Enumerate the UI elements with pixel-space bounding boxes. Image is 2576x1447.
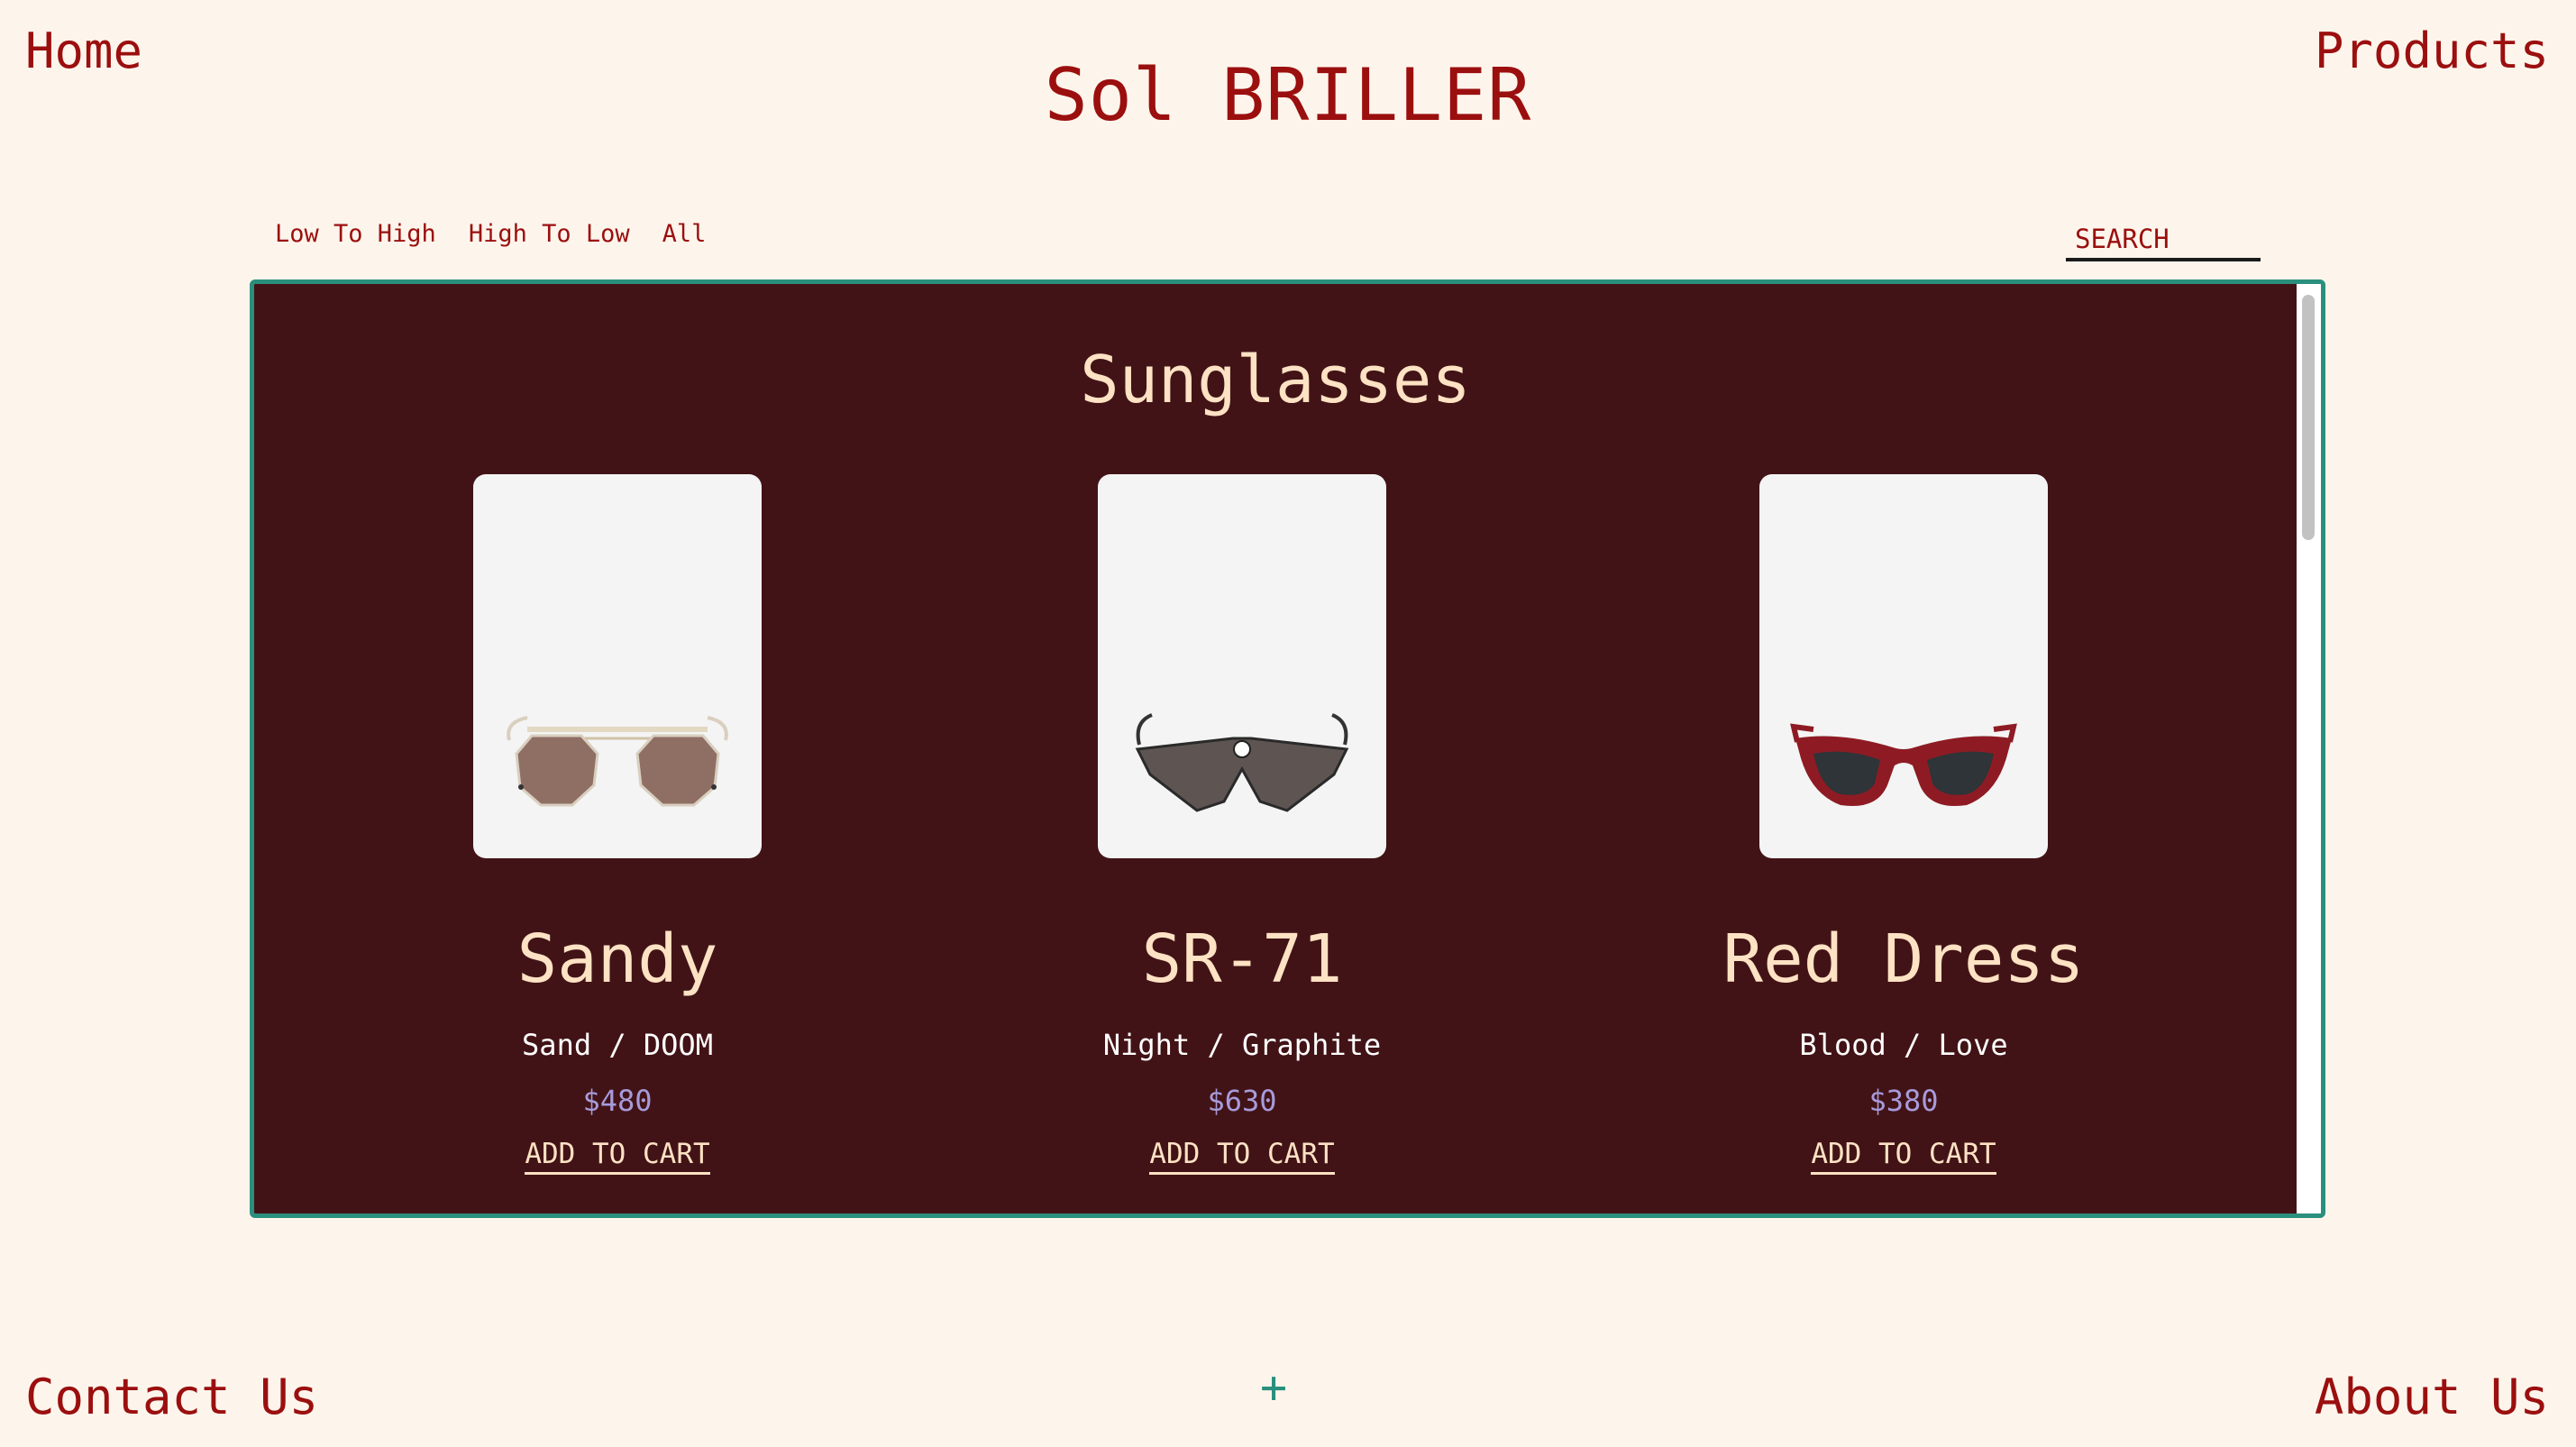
product-panel: Sunglasses Sandy Sand / DOOM $480 ADD TO… [250,279,2325,1218]
product-name: SR-71 [1141,920,1343,998]
product-image[interactable] [473,474,762,858]
add-to-cart-button[interactable]: ADD TO CART [525,1140,710,1175]
product-image[interactable] [1759,474,2048,858]
add-to-cart-button[interactable]: ADD TO CART [1149,1140,1335,1175]
sort-low-to-high-button[interactable]: Low To High [275,222,436,246]
section-title: Sunglasses [1080,342,1471,417]
product-price: $380 [1868,1084,1939,1118]
aviator-sunglasses-icon [507,716,728,807]
product-variant: Sand / DOOM [522,1028,713,1062]
product-name: Sandy [516,920,718,998]
product-image[interactable] [1098,474,1386,858]
product-panel-content: Sunglasses Sandy Sand / DOOM $480 ADD TO… [254,284,2297,1213]
sort-high-to-low-button[interactable]: High To Low [469,222,630,246]
product-price: $480 [582,1084,653,1118]
sort-all-button[interactable]: All [662,222,707,246]
product-price: $630 [1207,1084,1277,1118]
add-to-cart-button[interactable]: ADD TO CART [1811,1140,1996,1175]
nav-contact-link[interactable]: Contact Us [25,1373,318,1422]
brand-title: Sol BRILLER [1044,53,1532,137]
product-variant: Night / Graphite [1102,1028,1382,1062]
search-input[interactable] [2066,220,2261,261]
scrollbar-track[interactable] [2297,284,2321,1213]
product-card: SR-71 Night / Graphite $630 ADD TO CART [1008,474,1476,1175]
scrollbar-thumb[interactable] [2302,295,2315,540]
shield-sunglasses-icon [1135,713,1349,812]
product-variant: Blood / Love [1799,1028,2008,1062]
product-card: Sandy Sand / DOOM $480 ADD TO CART [383,474,852,1175]
cat-eye-sunglasses-icon [1790,723,2017,807]
sort-bar: Low To High High To Low All [275,222,706,246]
plus-icon[interactable]: + [1260,1365,1287,1410]
product-card: Red Dress Blood / Love $380 ADD TO CART [1669,474,2138,1175]
nav-about-link[interactable]: About Us [2315,1373,2549,1422]
product-name: Red Dress [1722,920,2085,998]
